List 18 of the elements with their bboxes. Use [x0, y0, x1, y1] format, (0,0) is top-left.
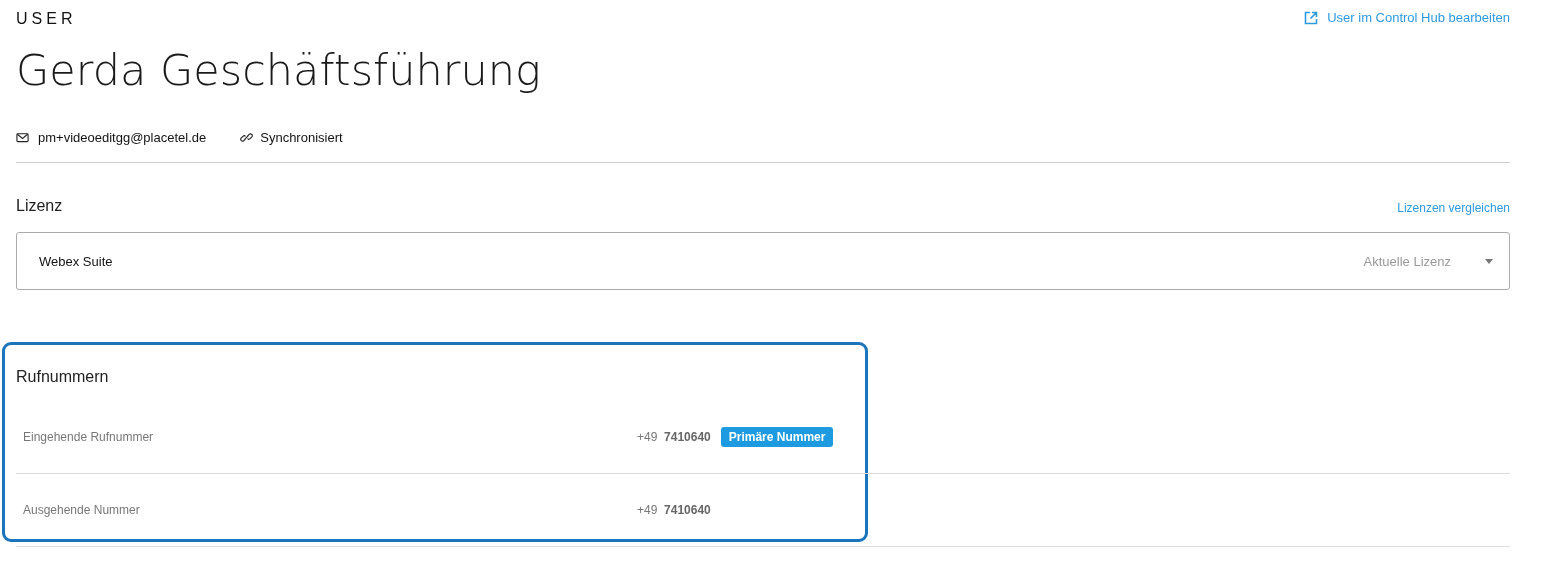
page-eyebrow: USER	[16, 9, 78, 28]
sync-status: Synchronisiert	[260, 130, 343, 145]
user-name-title: Gerda Geschäftsführung	[16, 44, 541, 97]
link-icon	[240, 131, 254, 144]
compare-link[interactable]: Lizenzen vergleichen	[1397, 201, 1510, 215]
number-label: Eingehende Rufnummer	[23, 430, 155, 444]
caret-icon	[1485, 258, 1493, 264]
license-select[interactable]: Webex Suite Aktuelle Lizenz	[16, 232, 1510, 290]
edit-link[interactable]: User im Control Hub bearbeiten	[1304, 10, 1510, 25]
license-heading: Lizenz	[16, 197, 63, 215]
primary-badge: Primäre Nummer	[720, 427, 834, 447]
external-link-icon	[1304, 10, 1319, 25]
phone-number: +49 7410640	[637, 430, 711, 444]
mail-icon	[16, 131, 29, 144]
numbers-heading: Rufnummern	[16, 367, 110, 387]
email-text: pm+videoeditgg@placetel.de	[38, 130, 207, 145]
number-label: Ausgehende Nummer	[23, 503, 141, 517]
phone-number: +49 7410640	[637, 503, 711, 517]
